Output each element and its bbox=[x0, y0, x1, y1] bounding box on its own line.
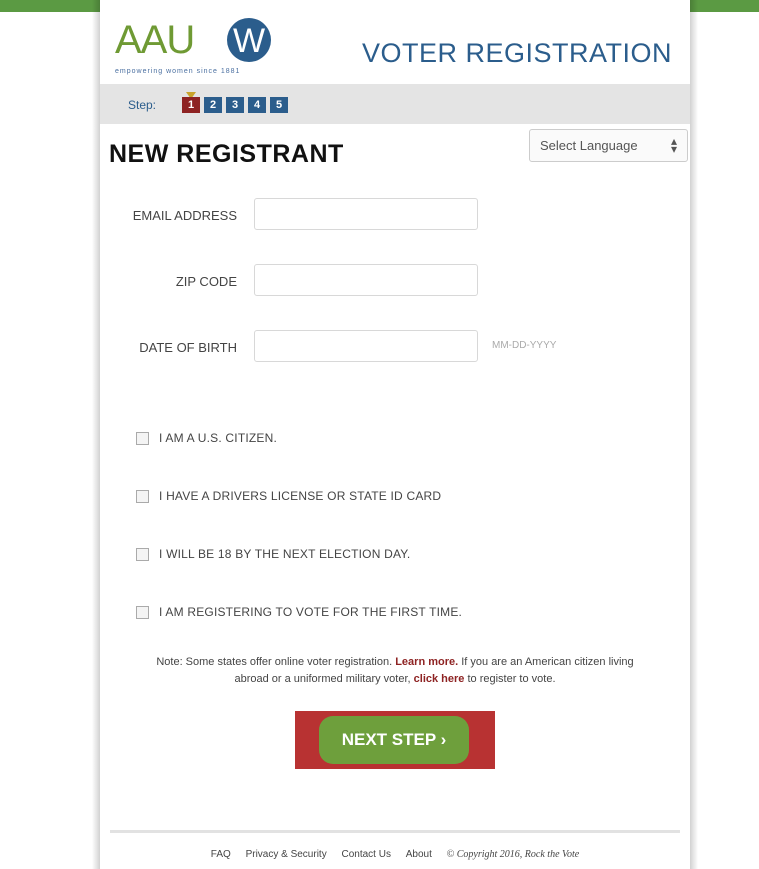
dob-label: DATE OF BIRTH bbox=[139, 340, 237, 355]
footer-privacy-link[interactable]: Privacy & Security bbox=[246, 849, 327, 860]
checkbox-label: I AM REGISTERING TO VOTE FOR THE FIRST T… bbox=[159, 605, 463, 619]
logo-tagline: empowering women since 1881 bbox=[115, 68, 241, 75]
step-2: 2 bbox=[204, 97, 222, 113]
footer-contact-link[interactable]: Contact Us bbox=[341, 849, 390, 860]
footer-about-link[interactable]: About bbox=[406, 849, 432, 860]
first-time-checkbox[interactable] bbox=[136, 606, 149, 619]
dob-field[interactable] bbox=[254, 330, 478, 362]
email-field[interactable] bbox=[254, 198, 478, 230]
email-label: EMAIL ADDRESS bbox=[132, 208, 237, 223]
step-5: 5 bbox=[270, 97, 288, 113]
logo-text: AAU bbox=[115, 18, 195, 62]
learn-more-link[interactable]: Learn more. bbox=[395, 656, 458, 668]
footer-divider bbox=[110, 830, 680, 833]
step-bar: Step: 1 2 3 4 5 bbox=[100, 84, 690, 124]
zip-field[interactable] bbox=[254, 264, 478, 296]
header: AAU W empowering women since 1881 VOTER … bbox=[100, 8, 690, 84]
page-shadow-right bbox=[690, 0, 698, 869]
language-select-value: Select Language bbox=[540, 138, 638, 153]
page-title: VOTER REGISTRATION bbox=[361, 38, 672, 68]
aauw-logo[interactable]: AAU W empowering women since 1881 bbox=[115, 18, 275, 78]
registration-page: AAU W empowering women since 1881 VOTER … bbox=[100, 0, 690, 869]
click-here-link[interactable]: click here bbox=[414, 673, 465, 685]
dob-format-hint: MM-DD-YYYY bbox=[492, 340, 557, 351]
zip-label: ZIP CODE bbox=[175, 274, 237, 289]
page-shadow-left bbox=[92, 0, 100, 869]
next-step-container: NEXT STEP › bbox=[295, 711, 495, 769]
language-select[interactable]: Select Language ▴ ▾ bbox=[529, 129, 688, 162]
select-arrows-icon: ▴ ▾ bbox=[670, 134, 677, 156]
registration-note: Note: Some states offer online voter reg… bbox=[100, 654, 690, 688]
next-step-button[interactable]: NEXT STEP › bbox=[319, 716, 469, 764]
step-3: 3 bbox=[226, 97, 244, 113]
step-label: Step: bbox=[128, 98, 157, 112]
checkbox-label: I WILL BE 18 BY THE NEXT ELECTION DAY. bbox=[159, 547, 411, 561]
step-1: 1 bbox=[182, 97, 200, 113]
logo-w-mark: W bbox=[227, 18, 271, 62]
step-4: 4 bbox=[248, 97, 266, 113]
checkbox-label: I HAVE A DRIVERS LICENSE OR STATE ID CAR… bbox=[159, 489, 442, 503]
note-text: Note: Some states offer online voter reg… bbox=[156, 656, 393, 668]
note-text: If you are an American citizen living bbox=[461, 656, 634, 668]
note-text: abroad or a uniformed military voter, bbox=[234, 673, 411, 685]
citizen-checkbox[interactable] bbox=[136, 432, 149, 445]
footer-copyright: © Copyright 2016, Rock the Vote bbox=[446, 849, 580, 860]
footer: FAQ Privacy & Security Contact Us About … bbox=[100, 849, 690, 860]
age-checkbox[interactable] bbox=[136, 548, 149, 561]
footer-faq-link[interactable]: FAQ bbox=[211, 849, 231, 860]
note-text: to register to vote. bbox=[467, 673, 556, 685]
license-checkbox[interactable] bbox=[136, 490, 149, 503]
checkbox-label: I AM A U.S. CITIZEN. bbox=[159, 431, 278, 445]
form-heading: NEW REGISTRANT bbox=[109, 140, 344, 168]
